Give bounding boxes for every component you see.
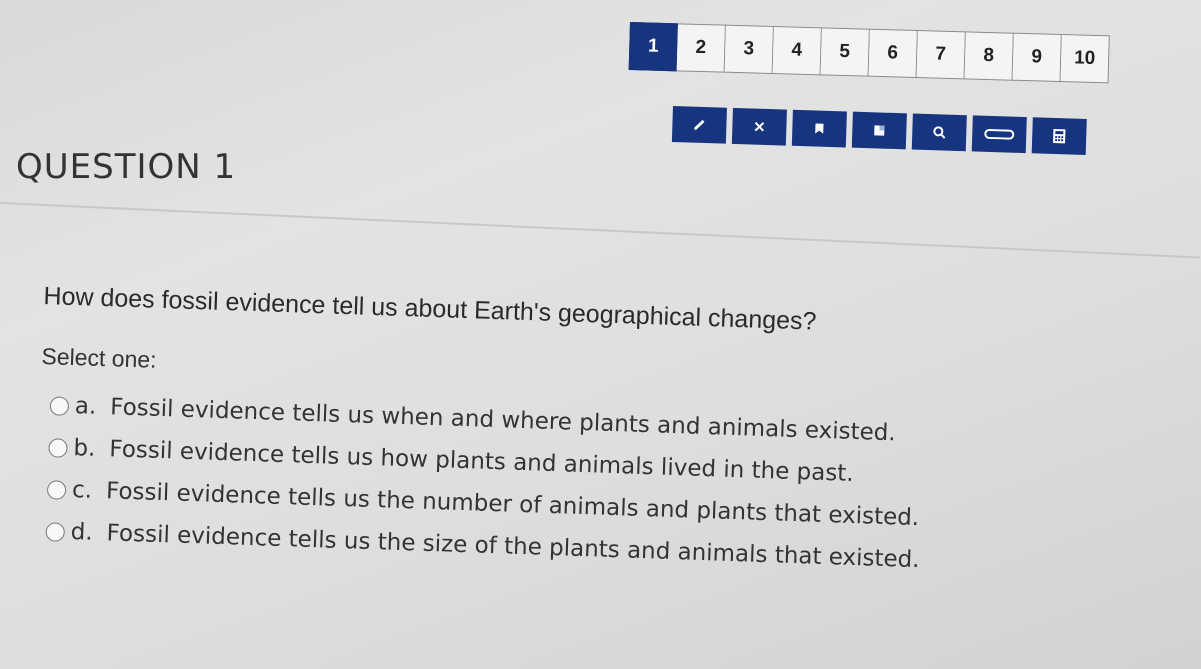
option-letter: b.	[73, 435, 96, 462]
question-nav-7[interactable]: 7	[916, 30, 966, 80]
question-content: How does fossil evidence tell us about E…	[35, 282, 1163, 589]
pencil-tool-button[interactable]	[671, 106, 727, 144]
radio-button[interactable]	[45, 521, 66, 542]
divider	[0, 202, 1200, 259]
question-navigator: 1 2 3 4 5 6 7 8 9 10	[628, 22, 1110, 84]
question-nav-1[interactable]: 1	[628, 22, 678, 72]
bookmark-icon	[815, 123, 824, 134]
pencil-icon	[694, 119, 705, 130]
question-nav-4[interactable]: 4	[772, 26, 822, 76]
radio-button[interactable]	[48, 437, 68, 458]
tool-bar	[671, 106, 1087, 155]
question-text: How does fossil evidence tell us about E…	[43, 282, 817, 336]
bookmark-tool-button[interactable]	[791, 109, 847, 148]
highlighter-icon	[874, 125, 885, 136]
option-letter: d.	[70, 519, 94, 546]
question-nav-5[interactable]: 5	[820, 27, 870, 77]
option-letter: c.	[71, 477, 93, 504]
highlighter-tool-button[interactable]	[851, 111, 907, 150]
eliminate-tool-button[interactable]	[731, 107, 787, 146]
question-nav-3[interactable]: 3	[724, 24, 774, 75]
question-nav-2[interactable]: 2	[676, 23, 726, 73]
question-title: QUESTION 1	[16, 147, 237, 187]
magnifier-icon	[933, 126, 946, 139]
question-nav-9[interactable]: 9	[1012, 32, 1062, 83]
eliminate-icon	[754, 121, 765, 132]
question-nav-10[interactable]: 10	[1060, 34, 1110, 84]
option-letter: a.	[74, 393, 97, 420]
question-nav-8[interactable]: 8	[964, 31, 1014, 81]
magnifier-tool-button[interactable]	[911, 113, 967, 152]
radio-button[interactable]	[46, 479, 67, 500]
calculator-tool-button[interactable]	[1031, 117, 1087, 155]
question-nav-6[interactable]: 6	[868, 28, 918, 79]
line-reader-icon	[984, 128, 1015, 140]
calculator-icon	[1053, 128, 1066, 144]
line-reader-tool-button[interactable]	[971, 115, 1027, 154]
radio-button[interactable]	[49, 395, 70, 416]
